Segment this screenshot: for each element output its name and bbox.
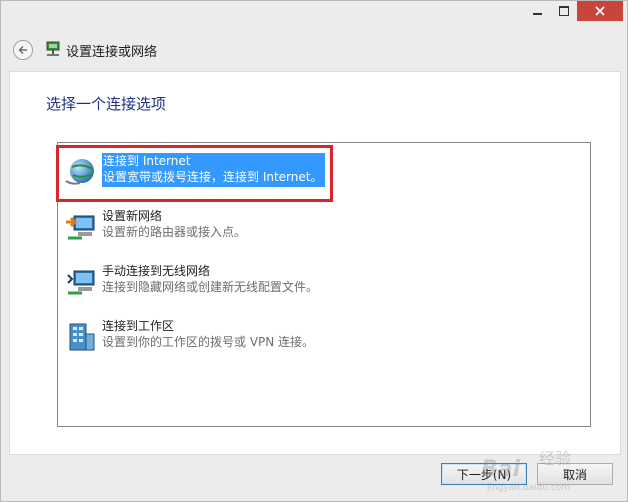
option-description: 设置新的路由器或接入点。	[102, 225, 247, 239]
close-icon	[595, 6, 605, 16]
new-network-icon	[66, 215, 95, 240]
option-manual-wireless[interactable]: 手动连接到无线网络 连接到隐藏网络或创建新无线配置文件。	[62, 263, 582, 303]
minimize-button[interactable]	[523, 1, 551, 21]
option-description: 连接到隐藏网络或创建新无线配置文件。	[102, 280, 319, 294]
dialog-window: 设置连接或网络 选择一个连接选项 连接到 Internet 设置宽带或拨号连接，…	[0, 0, 628, 502]
option-title: 设置新网络	[102, 209, 163, 223]
cancel-button[interactable]: 取消	[537, 463, 613, 485]
maximize-button[interactable]	[551, 1, 577, 21]
workplace-icon	[69, 323, 95, 351]
wireless-network-icon	[67, 270, 95, 295]
back-arrow-icon	[18, 45, 27, 55]
minimize-icon	[532, 13, 542, 15]
content-panel: 选择一个连接选项 连接到 Internet 设置宽带或拨号连接，连接到 Inte…	[9, 71, 621, 455]
network-setup-icon	[46, 41, 60, 56]
option-description: 设置到你的工作区的拨号或 VPN 连接。	[102, 335, 315, 349]
option-title: 连接到工作区	[102, 319, 175, 333]
title-bar	[1, 1, 627, 27]
dialog-footer: 下一步(N) 取消	[1, 453, 627, 501]
maximize-icon	[559, 6, 569, 16]
page-heading: 选择一个连接选项	[46, 95, 167, 113]
option-new-network[interactable]: 设置新网络 设置新的路由器或接入点。	[62, 208, 582, 248]
navigation-bar: 设置连接或网络	[1, 27, 627, 71]
next-button[interactable]: 下一步(N)	[441, 463, 527, 485]
close-button[interactable]	[577, 1, 623, 21]
back-button[interactable]	[13, 40, 33, 60]
window-title: 设置连接或网络	[66, 45, 158, 60]
option-connect-workplace[interactable]: 连接到工作区 设置到你的工作区的拨号或 VPN 连接。	[62, 318, 582, 358]
option-title: 手动连接到无线网络	[102, 264, 211, 278]
annotation-highlight-box	[56, 145, 333, 202]
